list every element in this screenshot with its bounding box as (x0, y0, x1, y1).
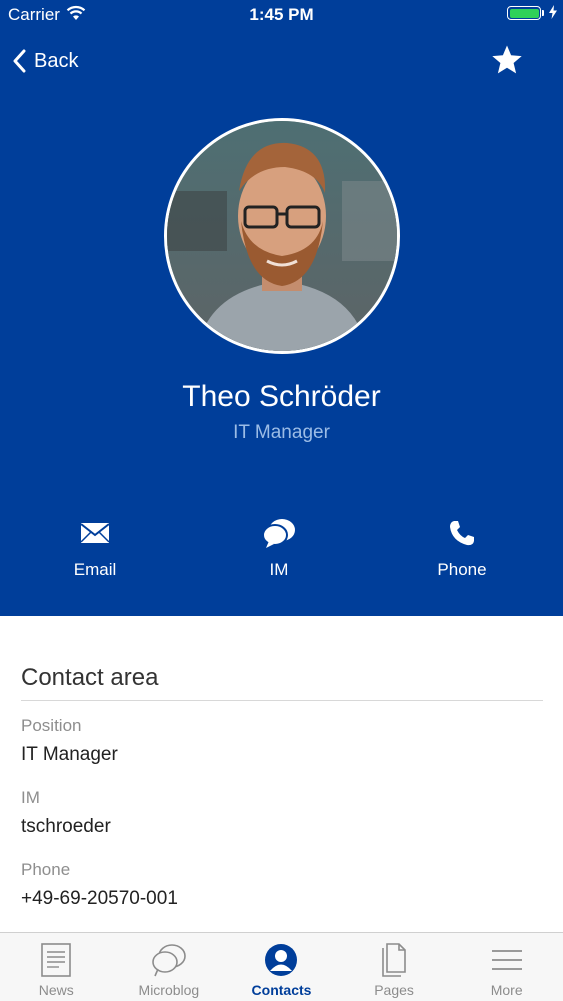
email-action-label: Email (73, 560, 117, 579)
contacts-icon (265, 944, 298, 976)
tab-microblog-label: Microblog (138, 982, 200, 998)
profile-photo (167, 121, 397, 351)
im-label: IM (21, 788, 40, 807)
im-action-label: IM (269, 560, 289, 579)
clock: 1:45 PM (249, 5, 314, 24)
tab-news[interactable]: News (0, 933, 113, 1001)
chevron-left-icon (13, 49, 26, 73)
favorite-star-icon[interactable] (491, 44, 523, 76)
phone-action-button[interactable]: Phone (402, 516, 522, 580)
contact-name: Theo Schröder (182, 380, 381, 413)
avatar (164, 118, 400, 354)
phone-action-label: Phone (437, 560, 487, 579)
pages-icon (382, 943, 406, 977)
envelope-icon (80, 523, 110, 543)
charging-icon (549, 5, 557, 19)
tab-microblog[interactable]: Microblog (113, 933, 226, 1001)
tab-bar: News Microblog Contacts Pages More (0, 932, 563, 1001)
battery-icon (507, 6, 541, 20)
contact-area-title: Contact area (21, 664, 159, 691)
news-icon (41, 943, 72, 977)
chat-bubbles-icon (262, 519, 295, 548)
tab-contacts-label: Contacts (251, 982, 312, 998)
section-divider (21, 700, 543, 701)
phone-icon (450, 521, 474, 546)
phone-value[interactable]: +49-69-20570-001 (21, 888, 178, 910)
position-value: IT Manager (21, 744, 118, 765)
contact-role: IT Manager (233, 422, 330, 443)
tab-more-label: More (490, 982, 523, 998)
microblog-icon (152, 944, 186, 977)
im-action-button[interactable]: IM (219, 516, 339, 580)
tab-pages[interactable]: Pages (338, 933, 451, 1001)
tab-more[interactable]: More (450, 933, 563, 1001)
tab-contacts[interactable]: Contacts (225, 933, 338, 1001)
back-label: Back (34, 49, 79, 72)
menu-icon (491, 950, 522, 970)
im-value[interactable]: tschroeder (21, 816, 111, 838)
tab-news-label: News (38, 982, 74, 998)
email-action-button[interactable]: Email (35, 516, 155, 580)
phone-label: Phone (21, 860, 71, 879)
profile-header: Carrier 1:45 PM Back Theo Schröder IT Ma… (0, 0, 563, 616)
position-label: Position (21, 716, 82, 735)
tab-pages-label: Pages (374, 982, 414, 998)
battery-tip (542, 10, 544, 16)
status-bar: Carrier 1:45 PM (0, 0, 563, 28)
back-button[interactable]: Back (12, 46, 78, 76)
